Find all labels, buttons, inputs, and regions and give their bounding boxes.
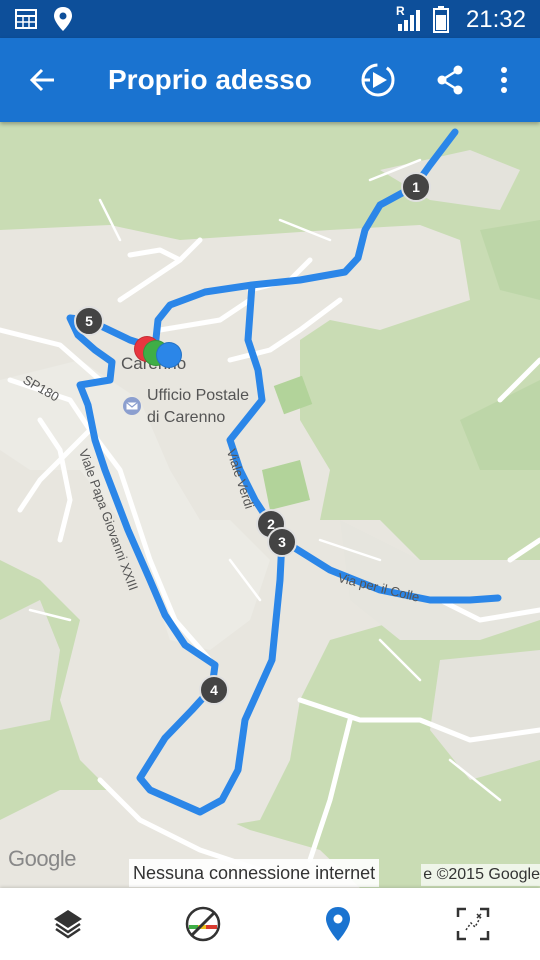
more-options-button[interactable] bbox=[482, 58, 526, 102]
post-office-icon bbox=[123, 397, 141, 415]
page-title: Proprio adesso bbox=[108, 64, 312, 95]
play-route-button[interactable] bbox=[356, 58, 400, 102]
status-time: 21:32 bbox=[465, 6, 526, 33]
gps-status-button[interactable] bbox=[135, 888, 270, 960]
no-connection-notice: Nessuna connessione internet bbox=[129, 859, 380, 887]
signal-icon bbox=[398, 10, 420, 31]
location-dot-blue[interactable] bbox=[156, 342, 182, 368]
post-office-label-line1: Ufficio Postale bbox=[147, 387, 249, 404]
no-gps-icon bbox=[185, 906, 220, 942]
google-logo: Google bbox=[8, 846, 76, 871]
layers-button[interactable] bbox=[0, 888, 135, 960]
waypoint-marker-3[interactable]: 3 bbox=[267, 527, 297, 557]
waypoint-marker-1[interactable]: 1 bbox=[401, 172, 431, 202]
share-button[interactable] bbox=[428, 58, 472, 102]
layers-icon bbox=[53, 910, 82, 939]
status-bar: R 21:32 bbox=[0, 0, 540, 38]
fullscreen-icon bbox=[456, 907, 489, 941]
map-view[interactable]: Carenno Ufficio Postale di Carenno SP180… bbox=[0, 122, 540, 888]
app-bar: Proprio adesso bbox=[0, 38, 540, 122]
map-background bbox=[0, 122, 540, 888]
share-icon bbox=[437, 65, 463, 95]
my-location-button[interactable] bbox=[270, 888, 405, 960]
location-icon bbox=[54, 7, 72, 31]
post-office-label-line2: di Carenno bbox=[147, 409, 226, 426]
bottom-toolbar bbox=[0, 888, 540, 960]
location-pin-icon bbox=[325, 907, 350, 941]
back-button[interactable] bbox=[20, 58, 64, 102]
map-copyright: e ©2015 Google bbox=[421, 864, 540, 886]
more-vert-icon bbox=[501, 67, 507, 93]
back-arrow-icon bbox=[29, 68, 54, 92]
fit-route-button[interactable] bbox=[405, 888, 540, 960]
waypoint-marker-4[interactable]: 4 bbox=[199, 675, 229, 705]
play-route-icon bbox=[361, 63, 395, 97]
waypoint-marker-5[interactable]: 5 bbox=[74, 306, 104, 336]
battery-icon bbox=[433, 6, 449, 33]
calendar-icon bbox=[15, 9, 37, 29]
